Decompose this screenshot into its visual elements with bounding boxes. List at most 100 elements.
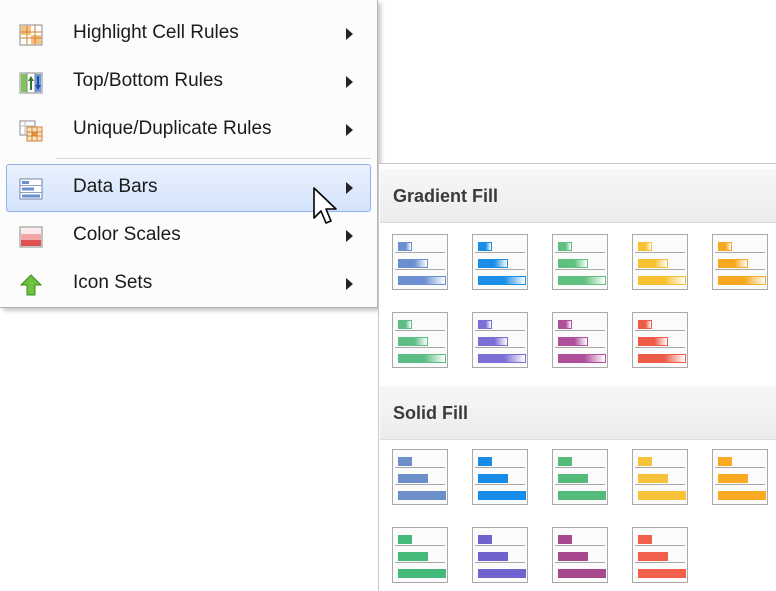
- solid-fill-data-bar-option[interactable]: [472, 527, 528, 583]
- tile-row: [395, 452, 445, 468]
- data-bar-icon: [398, 337, 428, 346]
- data-bar-icon: [558, 535, 572, 544]
- gradient-fill-data-bar-option[interactable]: [632, 312, 688, 368]
- tile-row: [395, 254, 445, 270]
- data-bar-icon: [638, 259, 668, 268]
- data-bar-icon: [398, 457, 412, 466]
- tile-row: [715, 486, 766, 502]
- data-bar-icon: [558, 276, 606, 285]
- data-bar-icon: [478, 320, 492, 329]
- submenu-arrow-icon: [346, 124, 353, 136]
- tile-row: [395, 271, 446, 287]
- solid-fill-data-bar-option[interactable]: [392, 449, 448, 505]
- tile-row: [715, 452, 765, 468]
- data-bar-icon: [638, 242, 652, 251]
- menu-item-label: Color Scales: [73, 224, 181, 245]
- data-bar-icon: [478, 552, 508, 561]
- data-bar-icon: [478, 354, 526, 363]
- tile-row: [635, 237, 685, 253]
- data-bar-icon: [478, 535, 492, 544]
- data-bar-icon: [398, 474, 428, 483]
- tile-row: [395, 486, 446, 502]
- submenu-arrow-icon: [346, 230, 353, 242]
- tile-row: [715, 271, 766, 287]
- data-bar-icon: [558, 337, 588, 346]
- tile-row: [555, 315, 605, 331]
- solid-fill-data-bar-option[interactable]: [392, 527, 448, 583]
- tile-row: [475, 469, 525, 485]
- menu-separator: [56, 158, 371, 159]
- data-bar-icon: [478, 276, 526, 285]
- menu-item-label: Highlight Cell Rules: [73, 22, 239, 43]
- data-bar-icon: [558, 552, 588, 561]
- tile-row: [395, 349, 446, 365]
- tile-row: [635, 332, 685, 348]
- menu-item-icon-sets[interactable]: Icon Sets: [6, 260, 371, 308]
- data-bar-icon: [638, 569, 686, 578]
- section-title: Solid Fill: [393, 403, 468, 423]
- data-bar-icon: [478, 491, 526, 500]
- gradient-fill-data-bar-option[interactable]: [392, 234, 448, 290]
- data-bar-icon: [398, 552, 428, 561]
- highlight-cell-rules-icon: [19, 24, 43, 46]
- data-bar-icon: [718, 259, 748, 268]
- tile-row: [555, 486, 606, 502]
- menu-item-highlight-cell-rules[interactable]: Highlight Cell Rules: [6, 10, 371, 58]
- solid-fill-data-bar-option[interactable]: [712, 449, 768, 505]
- tile-row: [475, 254, 525, 270]
- data-bar-icon: [718, 242, 732, 251]
- data-bar-icon: [398, 259, 428, 268]
- data-bar-icon: [638, 457, 652, 466]
- data-bar-icon: [558, 242, 572, 251]
- gradient-fill-data-bar-option[interactable]: [392, 312, 448, 368]
- solid-fill-data-bar-option[interactable]: [552, 449, 608, 505]
- tile-row: [715, 469, 765, 485]
- menu-item-label: Icon Sets: [73, 272, 153, 293]
- tile-row: [555, 254, 605, 270]
- data-bar-icon: [638, 337, 668, 346]
- gradient-fill-data-bar-option[interactable]: [552, 312, 608, 368]
- tile-row: [635, 486, 686, 502]
- menu-item-unique-duplicate-rules[interactable]: Unique/Duplicate Rules: [6, 106, 371, 154]
- tile-row: [635, 547, 685, 563]
- top-bottom-rules-icon: [19, 72, 43, 94]
- submenu-arrow-icon: [346, 76, 353, 88]
- gradient-fill-data-bar-option[interactable]: [472, 312, 528, 368]
- tile-row: [635, 469, 685, 485]
- data-bar-icon: [558, 569, 606, 578]
- data-bar-icon: [718, 474, 748, 483]
- tile-row: [555, 452, 605, 468]
- submenu-arrow-icon: [346, 182, 353, 194]
- gradient-fill-data-bar-option[interactable]: [712, 234, 768, 290]
- menu-item-label: Unique/Duplicate Rules: [73, 118, 272, 139]
- tile-row: [475, 452, 525, 468]
- tile-row: [635, 271, 686, 287]
- solid-fill-data-bar-option[interactable]: [472, 449, 528, 505]
- color-scales-icon: [19, 226, 43, 248]
- data-bar-icon: [478, 474, 508, 483]
- tile-row: [475, 237, 525, 253]
- tile-row: [475, 547, 525, 563]
- gradient-fill-data-bar-option[interactable]: [472, 234, 528, 290]
- tile-row: [475, 271, 526, 287]
- data-bar-icon: [558, 259, 588, 268]
- data-bar-icon: [638, 552, 668, 561]
- gradient-fill-data-bar-option[interactable]: [632, 234, 688, 290]
- solid-fill-data-bar-option[interactable]: [632, 527, 688, 583]
- tile-row: [635, 452, 685, 468]
- solid-fill-data-bar-option[interactable]: [632, 449, 688, 505]
- data-bar-icon: [558, 354, 606, 363]
- tile-row: [475, 564, 526, 580]
- gradient-fill-data-bar-option[interactable]: [552, 234, 608, 290]
- tile-row: [475, 332, 525, 348]
- data-bar-icon: [478, 457, 492, 466]
- tile-row: [475, 530, 525, 546]
- tile-row: [715, 237, 765, 253]
- data-bar-icon: [398, 320, 412, 329]
- solid-fill-data-bar-option[interactable]: [552, 527, 608, 583]
- menu-item-top-bottom-rules[interactable]: Top/Bottom Rules: [6, 58, 371, 106]
- tile-row: [395, 547, 445, 563]
- tile-row: [555, 547, 605, 563]
- section-title: Gradient Fill: [393, 186, 499, 206]
- tile-row: [395, 332, 445, 348]
